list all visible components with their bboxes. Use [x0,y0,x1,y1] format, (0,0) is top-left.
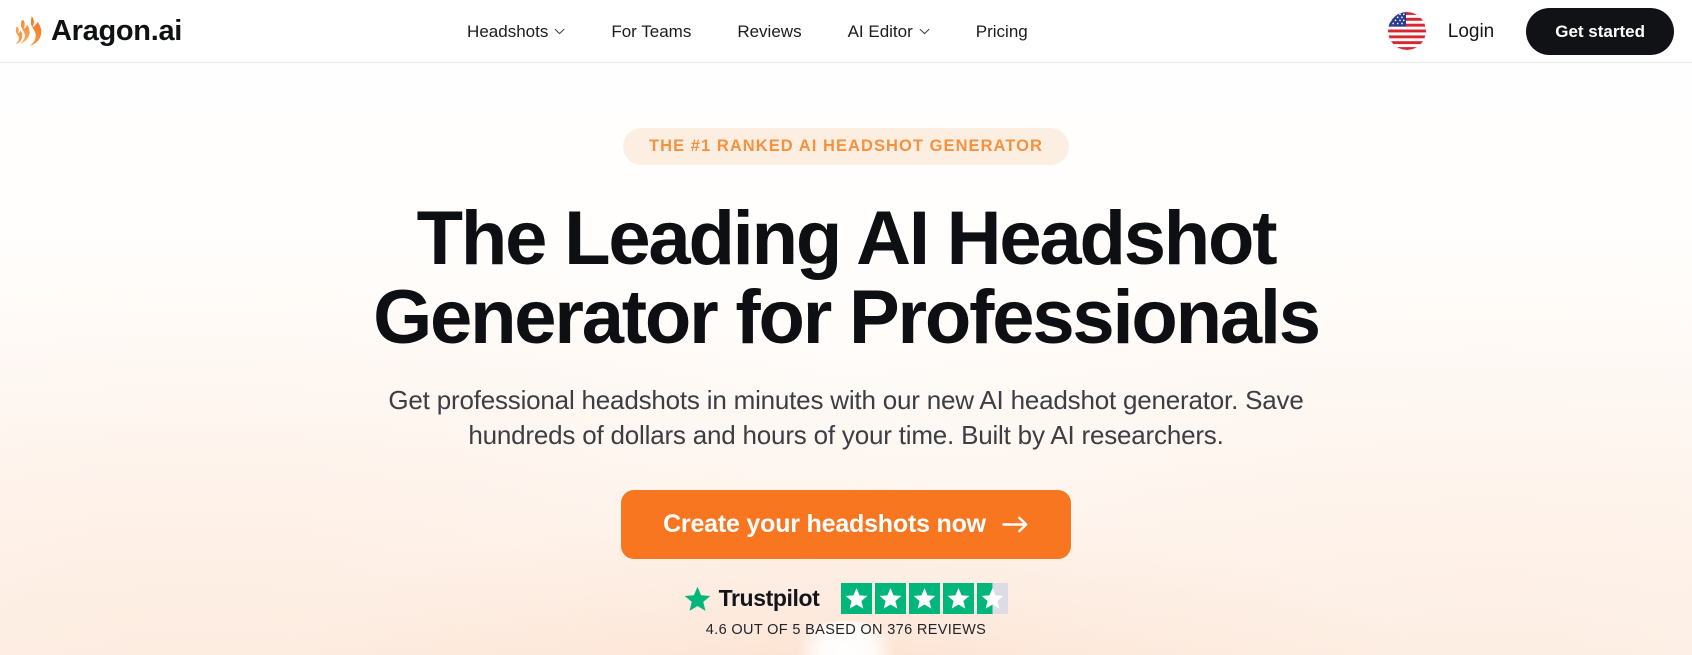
main-nav: Headshots For Teams Reviews AI Editor Pr… [444,15,1051,48]
hero-subheading: Get professional headshots in minutes wi… [316,383,1376,455]
star-filled-icon [841,583,873,615]
nav-item-label: AI Editor [847,21,913,41]
page-root: Aragon.ai Headshots For Teams Reviews AI… [0,0,1692,655]
nav-item-reviews[interactable]: Reviews [714,15,824,48]
trustpilot-row: Trustpilot [684,583,1009,615]
chevron-down-icon [919,28,930,35]
page-title: The Leading AI Headshot Generator for Pr… [0,195,1692,360]
star-icon [684,586,711,612]
trustpilot-stars [841,583,1009,615]
brand-name: Aragon.ai [51,14,183,47]
star-half-icon [977,583,1009,615]
nav-item-for-teams[interactable]: For Teams [588,15,714,48]
arrow-right-icon [1002,515,1029,534]
nav-item-ai-editor[interactable]: AI Editor [825,15,953,48]
nav-item-label: Pricing [975,21,1028,41]
header-actions: Login Get started [1387,7,1674,55]
nav-item-headshots[interactable]: Headshots [444,15,588,48]
subhead-line-2: hundreds of dollars and hours of your ti… [468,420,1224,451]
nav-item-label: Reviews [737,21,802,41]
trustpilot-wordmark: Trustpilot [718,585,820,612]
trustpilot-rating: Trustpilot 4.6 OUT OF 5 BASED ON 376 REV… [0,583,1692,638]
trustpilot-caption: 4.6 OUT OF 5 BASED ON 376 REVIEWS [705,622,987,639]
subhead-line-1: Get professional headshots in minutes wi… [388,384,1304,415]
flame-icon [14,14,44,48]
login-link[interactable]: Login [1426,16,1511,47]
cta-label: Create your headshots now [663,510,986,539]
chevron-down-icon [554,28,565,35]
get-started-button[interactable]: Get started [1526,7,1674,55]
headline-line-1: The Leading AI Headshot [416,195,1278,281]
hero-section: THE #1 RANKED AI HEADSHOT GENERATOR The … [0,63,1692,638]
headline-line-2: Generator for Professionals [373,274,1321,360]
trustpilot-logo[interactable]: Trustpilot [684,586,820,612]
site-header: Aragon.ai Headshots For Teams Reviews AI… [0,0,1692,63]
nav-item-pricing[interactable]: Pricing [953,15,1051,48]
nav-item-label: For Teams [611,21,692,41]
brand-logo[interactable]: Aragon.ai [14,14,182,48]
us-flag-icon[interactable] [1387,12,1426,50]
star-filled-icon [943,583,975,615]
star-filled-icon [909,583,941,615]
nav-item-label: Headshots [467,21,549,41]
create-headshots-button[interactable]: Create your headshots now [621,490,1071,560]
eyebrow-badge: THE #1 RANKED AI HEADSHOT GENERATOR [623,128,1069,165]
star-filled-icon [875,583,907,615]
